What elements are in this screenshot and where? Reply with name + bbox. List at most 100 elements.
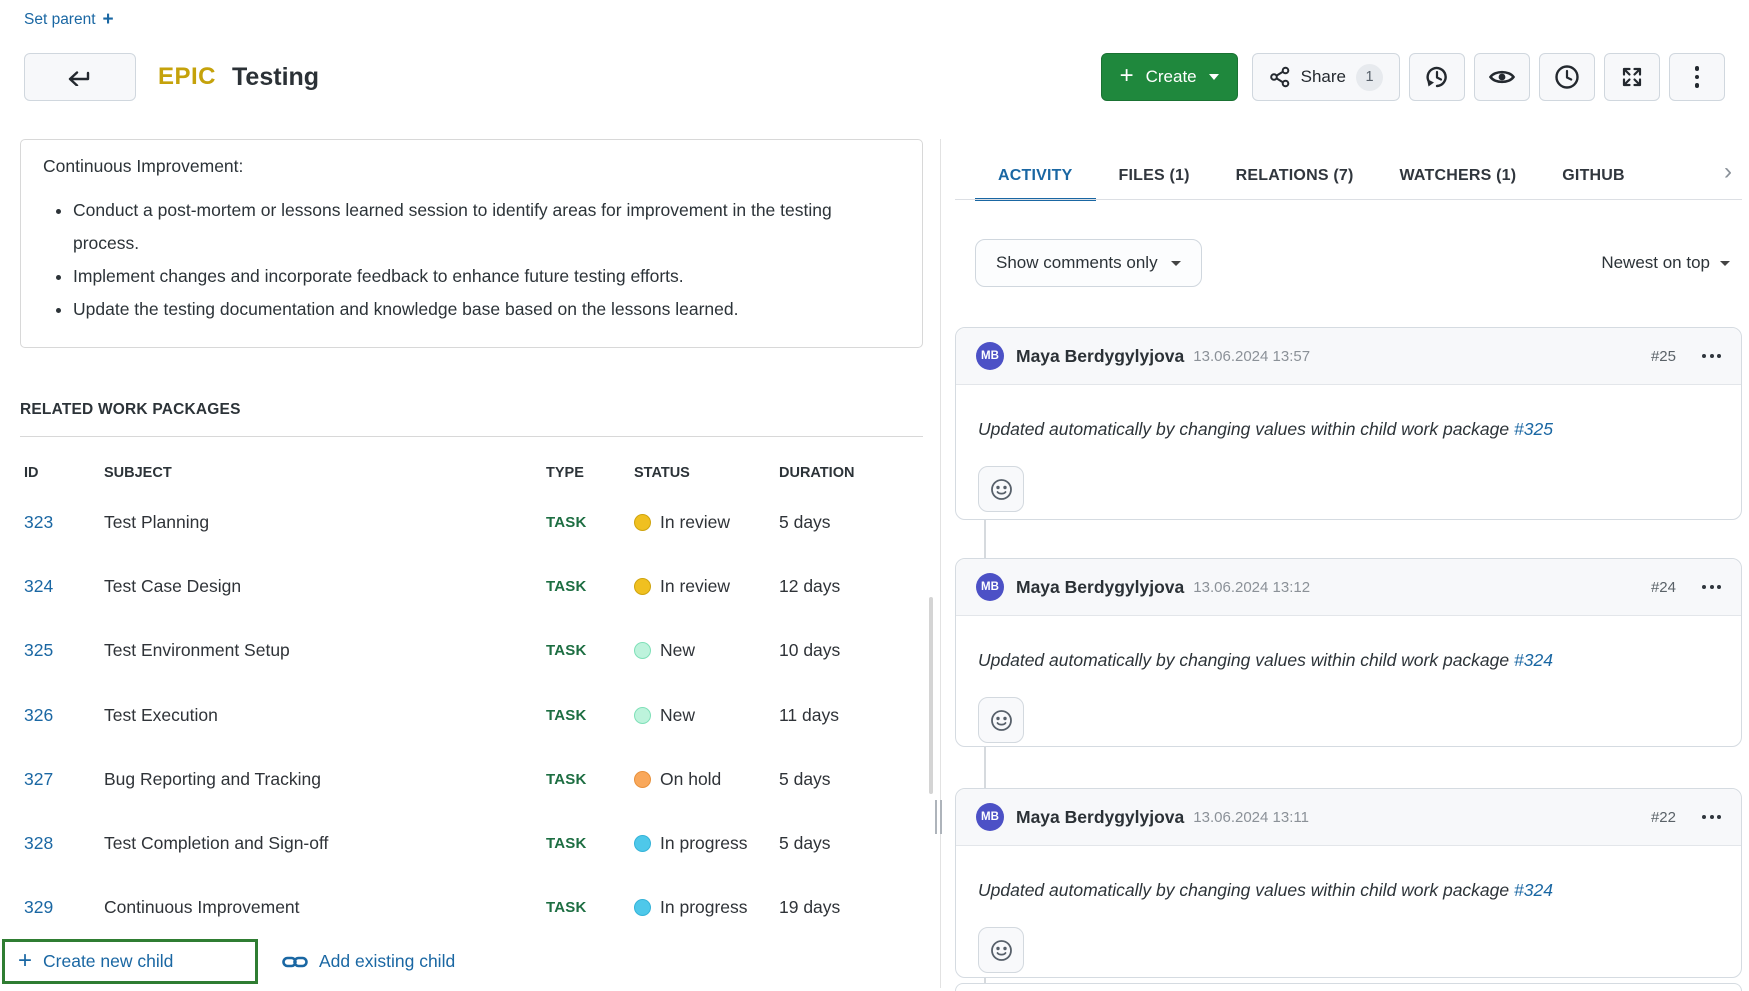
- table-row: 323 Test Planning TASK In review 5 days: [24, 490, 923, 554]
- work-package-subject: Test Environment Setup: [104, 640, 546, 661]
- log-time-button[interactable]: [1539, 53, 1595, 101]
- column-header-subject: SUBJECT: [104, 465, 546, 481]
- comment-header: MB Maya Berdygylyjova 13.06.2024 13:11 #…: [956, 789, 1741, 846]
- smiley-icon: [990, 478, 1013, 501]
- comment-text: Updated automatically by changing values…: [978, 419, 1509, 439]
- work-package-id-link[interactable]: 327: [24, 769, 53, 789]
- work-package-subject: Test Case Design: [104, 576, 546, 597]
- comment-number[interactable]: #25: [1651, 348, 1676, 365]
- work-package-id-link[interactable]: 328: [24, 833, 53, 853]
- work-package-id-link[interactable]: 324: [24, 576, 53, 596]
- work-package-id-link[interactable]: 329: [24, 897, 53, 917]
- work-package-id-link[interactable]: 326: [24, 705, 53, 725]
- set-parent-label: Set parent: [24, 11, 96, 29]
- panel-resize-handle[interactable]: [935, 800, 945, 834]
- status-dot: [634, 707, 651, 724]
- work-package-type-tag: TASK: [546, 578, 634, 595]
- tab-files[interactable]: FILES (1): [1096, 152, 1213, 200]
- comment-author: Maya Berdygylyjova: [1016, 807, 1184, 828]
- status-label: New: [660, 705, 695, 726]
- left-panel-scrollbar[interactable]: [929, 597, 933, 794]
- sort-order-dropdown[interactable]: Newest on top: [1560, 239, 1730, 287]
- comments-filter-dropdown[interactable]: Show comments only: [975, 239, 1202, 287]
- work-package-type-tag: TASK: [546, 771, 634, 788]
- related-work-packages-table: ID SUBJECT TYPE STATUS DURATION 323 Test…: [24, 456, 923, 940]
- work-package-link[interactable]: #325: [1514, 419, 1553, 439]
- share-button[interactable]: Share 1: [1252, 53, 1400, 101]
- comment-number[interactable]: #24: [1651, 579, 1676, 596]
- add-reaction-button[interactable]: [978, 697, 1024, 743]
- work-package-type-tag: TASK: [546, 899, 634, 916]
- fullscreen-button[interactable]: [1604, 53, 1660, 101]
- work-package-subject: Test Completion and Sign-off: [104, 833, 546, 854]
- work-package-subject: Test Execution: [104, 705, 546, 726]
- baseline-comparison-button[interactable]: [1409, 53, 1465, 101]
- create-button[interactable]: + Create: [1101, 53, 1238, 101]
- share-count-badge: 1: [1356, 64, 1383, 91]
- comment-text: Updated automatically by changing values…: [978, 880, 1509, 900]
- comment-number[interactable]: #22: [1651, 809, 1676, 826]
- work-package-type: EPIC: [158, 63, 216, 91]
- tab-overflow-chevron-icon[interactable]: ›: [1724, 158, 1732, 186]
- add-existing-child-label: Add existing child: [319, 951, 455, 972]
- work-package-subject: Continuous Improvement: [104, 897, 546, 918]
- work-package-link[interactable]: #324: [1514, 650, 1553, 670]
- description-bullet: Implement changes and incorporate feedba…: [73, 260, 900, 293]
- avatar: MB: [976, 573, 1004, 601]
- avatar: MB: [976, 342, 1004, 370]
- column-header-type: TYPE: [546, 465, 634, 481]
- work-package-link[interactable]: #324: [1514, 880, 1553, 900]
- add-reaction-button[interactable]: [978, 466, 1024, 512]
- comment-body: Updated automatically by changing values…: [956, 846, 1741, 973]
- back-arrow-icon: [67, 68, 93, 86]
- table-row: 324 Test Case Design TASK In review 12 d…: [24, 554, 923, 618]
- status-dot: [634, 514, 651, 531]
- tabs-bottom-border: [955, 199, 1742, 200]
- add-existing-child-button[interactable]: Add existing child: [282, 939, 455, 984]
- comment-timestamp: 13.06.2024 13:57: [1193, 348, 1310, 365]
- tab-relations[interactable]: RELATIONS (7): [1213, 152, 1377, 200]
- comment-menu-icon[interactable]: [1702, 354, 1721, 358]
- more-options-button[interactable]: [1669, 53, 1725, 101]
- baseline-history-icon: [1424, 64, 1450, 90]
- avatar: MB: [976, 803, 1004, 831]
- comment-author: Maya Berdygylyjova: [1016, 577, 1184, 598]
- create-new-child-button[interactable]: + Create new child: [2, 939, 258, 984]
- duration-value: 5 days: [779, 833, 923, 854]
- share-button-label: Share: [1301, 67, 1346, 87]
- add-reaction-button[interactable]: [978, 927, 1024, 973]
- tab-github[interactable]: GITHUB: [1539, 152, 1648, 200]
- table-row: 329 Continuous Improvement TASK In progr…: [24, 876, 923, 940]
- watch-button[interactable]: [1474, 53, 1530, 101]
- status-label: In progress: [660, 897, 748, 918]
- comment-header: MB Maya Berdygylyjova 13.06.2024 13:57 #…: [956, 328, 1741, 385]
- comment-text: Updated automatically by changing values…: [978, 650, 1509, 670]
- set-parent-link[interactable]: Set parent +: [24, 10, 114, 29]
- duration-value: 19 days: [779, 897, 923, 918]
- status-label: New: [660, 640, 695, 661]
- column-header-status: STATUS: [634, 465, 779, 481]
- plus-icon: +: [1120, 64, 1134, 88]
- description-bullet: Conduct a post-mortem or lessons learned…: [73, 194, 900, 260]
- tab-activity[interactable]: ACTIVITY: [975, 152, 1096, 200]
- description-field[interactable]: Continuous Improvement: Conduct a post-m…: [20, 139, 923, 348]
- description-bullet-list: Conduct a post-mortem or lessons learned…: [73, 194, 900, 326]
- link-chain-icon: [282, 955, 308, 969]
- share-icon: [1269, 66, 1291, 88]
- clock-icon: [1554, 64, 1580, 90]
- duration-value: 12 days: [779, 576, 923, 597]
- table-row: 328 Test Completion and Sign-off TASK In…: [24, 811, 923, 875]
- next-comment-card-edge: [955, 983, 1742, 991]
- back-button[interactable]: [24, 53, 136, 101]
- comment-menu-icon[interactable]: [1702, 585, 1721, 589]
- plus-icon: +: [18, 949, 32, 973]
- smiley-icon: [990, 939, 1013, 962]
- caret-down-icon: [1720, 261, 1730, 266]
- tab-watchers[interactable]: WATCHERS (1): [1377, 152, 1540, 200]
- work-package-id-link[interactable]: 323: [24, 512, 53, 532]
- detail-tabs: ACTIVITY FILES (1) RELATIONS (7) WATCHER…: [975, 152, 1648, 200]
- comment-card: MB Maya Berdygylyjova 13.06.2024 13:11 #…: [955, 788, 1742, 978]
- duration-value: 10 days: [779, 640, 923, 661]
- comment-menu-icon[interactable]: [1702, 815, 1721, 819]
- work-package-id-link[interactable]: 325: [24, 640, 53, 660]
